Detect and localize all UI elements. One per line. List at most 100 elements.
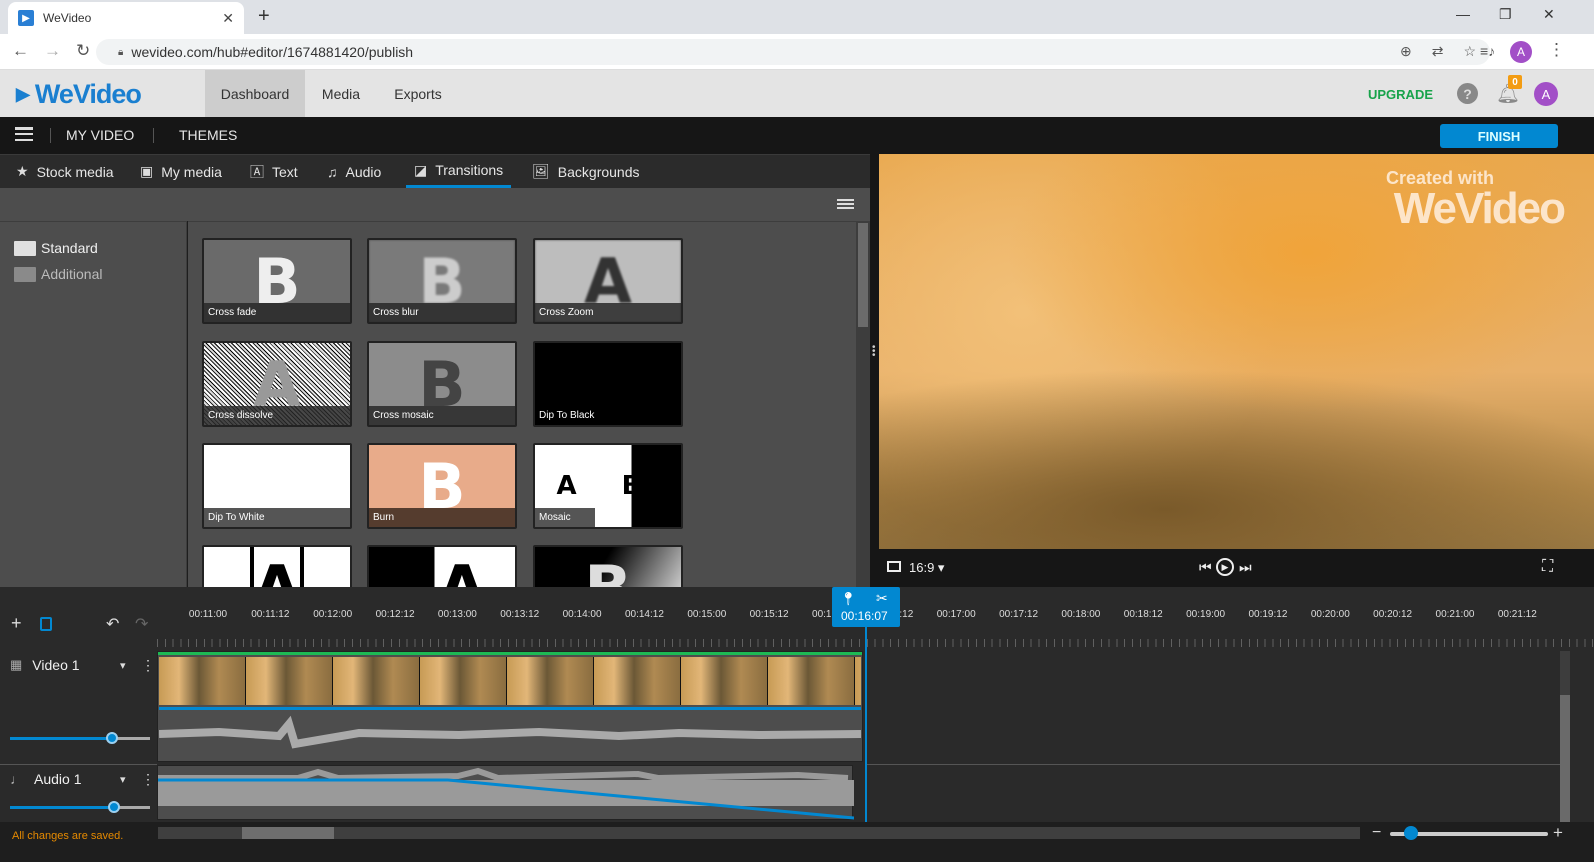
tracks-scrollbar[interactable] xyxy=(1560,651,1570,822)
split-scissors-icon[interactable]: ✂ xyxy=(876,590,888,607)
themes-button[interactable]: THEMES xyxy=(179,127,237,143)
video-preview[interactable]: Created with WeVideo xyxy=(879,154,1594,549)
tab-my-media[interactable]: ▣ My media xyxy=(140,155,222,188)
transition-cross-fade[interactable]: B Cross fade xyxy=(202,238,352,324)
zoom-out-icon[interactable]: − xyxy=(1372,824,1381,842)
reload-icon[interactable]: ↻ xyxy=(76,41,90,61)
transition-wipe[interactable]: B A xyxy=(367,545,517,587)
zoom-slider[interactable] xyxy=(1390,826,1548,840)
notification-badge: 0 xyxy=(1508,75,1522,89)
tab-stock-media[interactable]: ★ Stock media xyxy=(16,155,114,188)
track-menu-icon[interactable]: ⋮ xyxy=(141,657,155,674)
url-field[interactable]: 🔒︎ wevideo.com/hub#editor/1674881420/pub… xyxy=(96,39,1490,65)
media-control-icon[interactable]: ≡♪ xyxy=(1480,43,1495,59)
translate-icon[interactable]: ⇄ xyxy=(1432,43,1444,60)
transition-mosaic[interactable]: A B Mosaic xyxy=(533,443,683,529)
track-dropdown-icon[interactable]: ▾ xyxy=(120,773,126,786)
clip-thumbnails xyxy=(159,657,861,705)
star-icon: ★ xyxy=(16,163,29,179)
transition-grid[interactable]: A xyxy=(202,545,352,587)
tab-title: WeVideo xyxy=(43,11,92,25)
restore-icon[interactable]: ❐ xyxy=(1499,6,1512,23)
nav-media[interactable]: Media xyxy=(310,70,372,117)
redo-icon[interactable]: ↷ xyxy=(135,614,148,634)
close-window-icon[interactable]: ✕ xyxy=(1543,6,1555,23)
add-track-icon[interactable]: + xyxy=(11,613,22,634)
forward-icon[interactable]: → xyxy=(44,41,61,61)
category-additional[interactable]: Additional xyxy=(14,266,103,282)
slider-knob[interactable] xyxy=(106,732,119,744)
media-tabs: ★ Stock media ▣ My media 🄰 Text ♫ Audio ◪ Tra… xyxy=(0,154,870,188)
transition-cross-blur[interactable]: B Cross blur xyxy=(367,238,517,324)
transition-burn[interactable]: B Burn xyxy=(367,443,517,529)
tab-transitions[interactable]: ◪ Transitions xyxy=(406,155,512,188)
list-view-icon[interactable] xyxy=(837,199,854,209)
fullscreen-icon[interactable]: ⛶ xyxy=(1542,558,1553,576)
video-volume-slider[interactable] xyxy=(10,732,150,744)
nav-exports[interactable]: Exports xyxy=(384,70,452,117)
zoom-knob[interactable] xyxy=(1403,826,1418,840)
slider-fill xyxy=(10,806,114,809)
editor-toolbar: MY VIDEO THEMES FINISH xyxy=(0,117,1594,154)
transition-dip-to-white[interactable]: Dip To White xyxy=(202,443,352,529)
scrollbar-thumb[interactable] xyxy=(858,223,868,327)
save-status: All changes are saved. xyxy=(12,830,124,842)
browser-menu-icon[interactable]: ⋮ xyxy=(1548,40,1565,60)
tab-backgrounds[interactable]: 🖼︎ Backgrounds xyxy=(532,155,640,188)
tab-label: Transitions xyxy=(435,162,504,178)
grid-scrollbar[interactable] xyxy=(856,221,870,587)
clip-volume-line[interactable] xyxy=(159,707,861,710)
scrollbar-thumb[interactable] xyxy=(242,827,334,839)
transition-cross-mosaic[interactable]: B Cross mosaic xyxy=(367,341,517,427)
playhead-line[interactable] xyxy=(865,627,867,822)
skip-back-icon[interactable]: ⏮ xyxy=(1199,559,1212,576)
undo-icon[interactable]: ↶ xyxy=(106,614,119,634)
aspect-ratio-value: 16:9 xyxy=(909,560,935,575)
audio-clip[interactable] xyxy=(157,765,854,820)
nav-dashboard[interactable]: Dashboard xyxy=(205,70,305,117)
snap-icon[interactable] xyxy=(40,617,52,631)
tab-text[interactable]: 🄰 Text xyxy=(250,155,298,188)
install-icon[interactable]: ⊕ xyxy=(1400,43,1412,60)
help-icon[interactable]: ? xyxy=(1457,83,1478,104)
scrollbar-thumb[interactable] xyxy=(1560,651,1570,695)
tab-label: My media xyxy=(161,163,222,180)
drag-handle-icon[interactable]: • • • xyxy=(872,343,876,361)
new-tab-icon[interactable]: + xyxy=(258,5,270,28)
timeline-scrollbar[interactable] xyxy=(158,827,1360,839)
add-marker-icon[interactable]: 📍︎ xyxy=(840,591,857,607)
transition-cross-zoom[interactable]: A Cross Zoom xyxy=(533,238,683,324)
wevideo-logo[interactable]: ▶ WeVideo xyxy=(16,79,142,110)
video-clip[interactable] xyxy=(157,651,863,762)
watermark-logo: WeVideo xyxy=(1393,184,1566,233)
browser-profile-avatar[interactable]: A xyxy=(1510,41,1532,63)
skip-forward-icon[interactable]: ⏭ xyxy=(1239,559,1252,576)
transition-gradient-wipe[interactable]: B xyxy=(533,545,683,587)
finish-button[interactable]: FINISH xyxy=(1440,124,1558,148)
panel-splitter[interactable] xyxy=(870,154,879,587)
thumbnail: B xyxy=(535,547,681,587)
upgrade-link[interactable]: UPGRADE xyxy=(1368,87,1433,102)
my-video-button[interactable]: MY VIDEO xyxy=(66,127,134,143)
zoom-in-icon[interactable]: + xyxy=(1553,823,1563,843)
playhead[interactable]: 📍︎ ✂ 00:16:07 xyxy=(832,587,900,627)
aspect-ratio-select[interactable]: 16:9 ▾ xyxy=(909,560,944,576)
category-standard[interactable]: Standard xyxy=(14,240,98,256)
user-avatar[interactable]: A xyxy=(1534,82,1558,106)
track-menu-icon[interactable]: ⋮ xyxy=(141,771,155,788)
audio-volume-slider[interactable] xyxy=(10,801,150,813)
minimize-icon[interactable]: — xyxy=(1456,6,1470,22)
tab-audio[interactable]: ♫ Audio xyxy=(327,155,381,188)
bookmark-star-icon[interactable]: ☆ xyxy=(1463,43,1476,60)
transition-dip-to-black[interactable]: Dip To Black xyxy=(533,341,683,427)
clip-selection-bar xyxy=(158,652,862,655)
play-icon[interactable]: ▶ xyxy=(1216,558,1234,576)
close-tab-icon[interactable]: ✕ xyxy=(222,10,234,27)
ruler-ticks xyxy=(157,639,1594,647)
slider-knob[interactable] xyxy=(107,801,120,813)
back-icon[interactable]: ← xyxy=(12,41,29,61)
hamburger-menu-icon[interactable] xyxy=(15,127,33,141)
transition-cross-dissolve[interactable]: A Cross dissolve xyxy=(202,341,352,427)
browser-tab[interactable]: ▶ WeVideo ✕ xyxy=(8,2,244,34)
track-dropdown-icon[interactable]: ▾ xyxy=(120,659,126,672)
